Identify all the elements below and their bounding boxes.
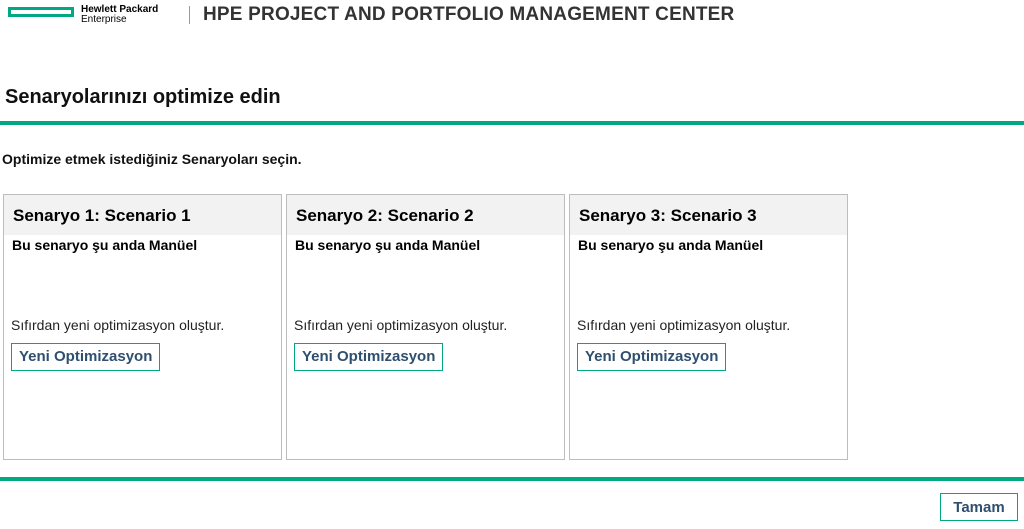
scenario-status: Bu senaryo şu anda Manüel xyxy=(578,237,764,253)
app-title: HPE PROJECT AND PORTFOLIO MANAGEMENT CEN… xyxy=(203,4,735,25)
logo-line2: Enterprise xyxy=(81,14,127,25)
scenario-status: Bu senaryo şu anda Manüel xyxy=(12,237,198,253)
app-header: Hewlett Packard Enterprise HPE PROJECT A… xyxy=(0,0,1024,32)
page-title: Senaryolarınızı optimize edin xyxy=(5,86,281,108)
new-optimization-button[interactable]: Yeni Optimizasyon xyxy=(11,343,161,371)
ok-button[interactable]: Tamam xyxy=(940,493,1018,521)
scenario-card-title: Senaryo 3: Scenario 3 xyxy=(570,195,847,235)
scenario-card-title: Senaryo 1: Scenario 1 xyxy=(4,195,281,235)
scenario-card-1: Senaryo 1: Scenario 1 Bu senaryo şu anda… xyxy=(3,194,282,460)
scenario-status: Bu senaryo şu anda Manüel xyxy=(295,237,481,253)
header-divider xyxy=(189,6,190,24)
scenario-description: Sıfırdan yeni optimizasyon oluştur. xyxy=(11,317,225,333)
hpe-logo: Hewlett Packard Enterprise xyxy=(8,5,158,25)
new-optimization-button[interactable]: Yeni Optimizasyon xyxy=(294,343,444,371)
new-optimization-button[interactable]: Yeni Optimizasyon xyxy=(577,343,727,371)
scenario-card-title: Senaryo 2: Scenario 2 xyxy=(287,195,564,235)
scenario-description: Sıfırdan yeni optimizasyon oluştur. xyxy=(577,317,791,333)
hpe-logo-text: Hewlett Packard Enterprise xyxy=(81,5,158,25)
scenario-card-3: Senaryo 3: Scenario 3 Bu senaryo şu anda… xyxy=(569,194,848,460)
title-divider xyxy=(0,121,1024,125)
instruction-text: Optimize etmek istediğiniz Senaryoları s… xyxy=(2,151,302,167)
footer-divider xyxy=(0,477,1024,481)
scenario-description: Sıfırdan yeni optimizasyon oluştur. xyxy=(294,317,508,333)
scenario-card-2: Senaryo 2: Scenario 2 Bu senaryo şu anda… xyxy=(286,194,565,460)
hpe-logo-rectangle xyxy=(8,7,74,17)
